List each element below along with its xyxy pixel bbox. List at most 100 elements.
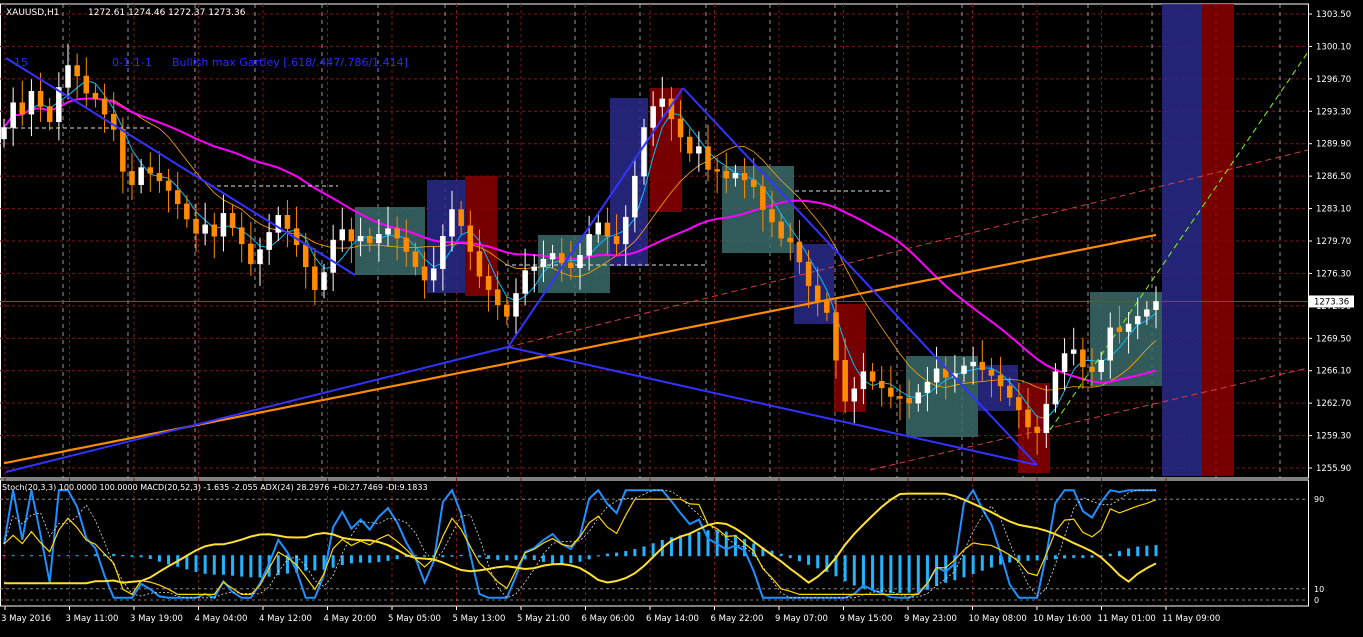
candle-body: [1043, 403, 1050, 433]
candle-body: [83, 75, 90, 94]
macd-bar: [377, 555, 381, 563]
candle-body: [714, 169, 720, 172]
macd-bar: [532, 555, 536, 561]
candle-body: [696, 146, 702, 154]
chart-canvas[interactable]: 90 10 0 1303.50 1300.10 1296.70 1293.30 1289.9…: [0, 0, 1363, 633]
macd-bar: [514, 555, 518, 560]
macd-bar: [624, 551, 628, 557]
x-tick-label: 9 May 15:00: [840, 614, 893, 624]
macd-bar: [944, 555, 948, 583]
macd-bar: [989, 555, 993, 568]
x-tick-label: 6 May 22:00: [711, 614, 764, 624]
candle-body: [74, 65, 80, 77]
macd-bar: [203, 555, 207, 574]
macd-bar: [349, 555, 353, 564]
zone-box-blue: [1162, 4, 1202, 476]
candle-body: [869, 371, 876, 382]
y-tick-label: 1286.50: [1316, 172, 1351, 182]
candle-body: [613, 235, 620, 245]
macd-bar: [971, 555, 975, 575]
candle-body: [1134, 316, 1141, 325]
candle-body: [558, 253, 565, 264]
macd-bar: [807, 555, 811, 565]
macd-bar: [697, 531, 701, 557]
candle-body: [622, 216, 629, 245]
macd-bar: [861, 555, 865, 589]
candle-body: [138, 167, 144, 185]
macd-bar: [395, 555, 399, 560]
candle-body: [970, 361, 976, 367]
candle-body: [586, 234, 592, 256]
candle-body: [888, 387, 894, 397]
candle-body: [449, 209, 455, 237]
ohlc-header: 1272.61 1274.46 1272.37 1273.36: [88, 8, 246, 18]
candle-body: [430, 268, 437, 281]
candle-body: [467, 225, 474, 252]
macd-bar: [852, 555, 856, 586]
stoch-level-label: 90: [1314, 495, 1324, 504]
y-tick-label: 1293.30: [1316, 107, 1351, 117]
candle-body: [1125, 323, 1132, 332]
y-tick-label: 1289.90: [1316, 140, 1351, 150]
trading-chart[interactable]: 90 10 0 1303.50 1300.10 1296.70 1293.30 1289.9…: [0, 0, 1363, 633]
candle-body: [476, 251, 483, 277]
candle-body: [577, 255, 583, 268]
y-tick-label: 1259.30: [1316, 432, 1351, 442]
candle-body: [348, 229, 355, 242]
candle-body: [92, 92, 99, 100]
pattern-tag-2: 0-1-1-1: [112, 56, 152, 69]
candle-body: [732, 173, 739, 179]
macd-bar: [441, 555, 445, 558]
macd-bar: [1035, 555, 1039, 561]
macd-bar: [148, 555, 152, 559]
candle-body: [1034, 426, 1040, 433]
macd-bar: [1145, 545, 1149, 557]
macd-bar: [1053, 555, 1057, 560]
macd-bar: [112, 553, 116, 557]
y-tick-label: 1300.10: [1316, 42, 1351, 52]
x-tick-label: 4 May 20:00: [324, 614, 377, 624]
macd-bar: [1072, 555, 1076, 558]
macd-bar: [121, 554, 125, 557]
candle-body: [897, 396, 903, 399]
macd-bar: [889, 555, 893, 594]
x-tick-label: 5 May 05:00: [388, 614, 441, 624]
candle-body: [641, 127, 647, 177]
y-tick-label: 1279.70: [1316, 237, 1351, 247]
macd-bar: [962, 555, 966, 578]
candle-body: [933, 368, 940, 383]
y-tick-label: 1266.10: [1316, 367, 1351, 377]
candle-body: [522, 270, 528, 294]
x-tick-label: 9 May 07:00: [775, 614, 828, 624]
macd-bar: [1154, 545, 1158, 557]
candle-body: [193, 218, 199, 234]
candle-body: [915, 392, 922, 404]
x-tick-label: 9 May 23:00: [904, 614, 957, 624]
candle-body: [494, 289, 501, 306]
candle-body: [961, 365, 967, 374]
x-tick-label: 6 May 14:00: [646, 614, 699, 624]
candle-body: [760, 186, 766, 210]
last-price-label: 1273.36: [1314, 297, 1349, 307]
candle-body: [376, 234, 382, 244]
candle-body: [686, 136, 693, 154]
zone-box-red: [1202, 4, 1234, 476]
candle-body: [248, 243, 254, 265]
macd-bar: [1117, 551, 1121, 557]
candle-body: [1153, 301, 1159, 310]
macd-bar: [605, 553, 609, 557]
symbol-header: XAUUSD,H1: [6, 8, 60, 18]
macd-bar: [66, 555, 70, 557]
macd-bar: [139, 555, 143, 558]
macd-bar: [231, 555, 235, 576]
candle-body: [796, 241, 803, 263]
macd-bar: [221, 555, 225, 575]
macd-bar: [194, 555, 198, 572]
macd-bar: [569, 555, 573, 564]
candle-body: [851, 388, 858, 402]
macd-bar: [29, 555, 33, 557]
candle-body: [833, 312, 839, 361]
candle-body: [357, 235, 364, 242]
macd-bar: [541, 555, 545, 562]
candle-body: [10, 102, 16, 128]
